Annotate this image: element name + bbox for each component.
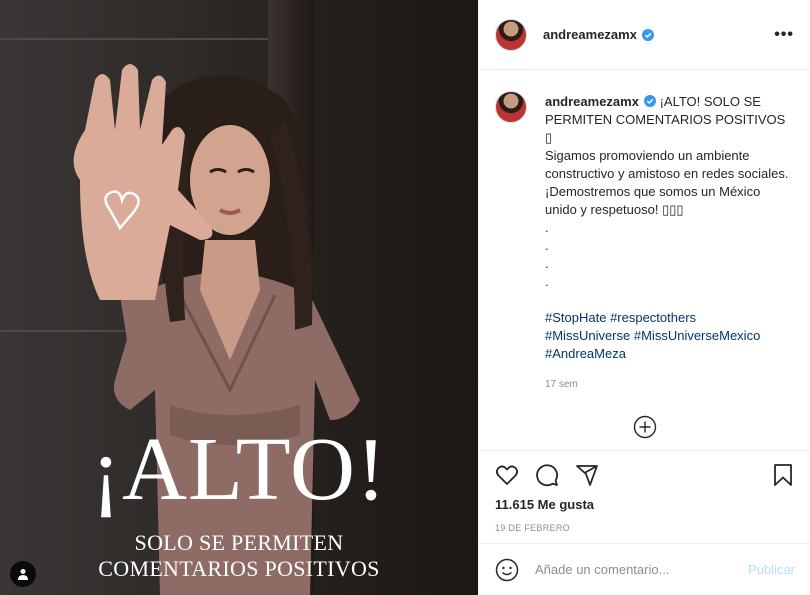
like-count[interactable]: 11.615 Me gusta [495,497,795,512]
load-more-icon[interactable] [633,415,657,439]
hashtags: #StopHate #respectothers #MissUniverse #… [545,309,793,363]
image-subtitle-line2: COMENTARIOS POSITIVOS [98,556,380,581]
add-comment-bar: Publicar [479,543,810,595]
verified-icon [643,95,656,107]
caption-body: Sigamos promoviendo un ambiente construc… [545,148,789,217]
caption-dot: . [545,238,549,253]
caption: andreamezamx ¡ALTO! SOLO SE PERMITEN COM… [495,91,795,394]
image-subtitle-line1: SOLO SE PERMITEN [134,530,344,555]
caption-timestamp[interactable]: 17 sem [545,376,793,394]
caption-text: andreamezamx ¡ALTO! SOLO SE PERMITEN COM… [545,93,793,394]
image-headline: ¡ALTO! [91,420,387,519]
share-icon[interactable] [575,463,599,487]
hashtag-link[interactable]: #MissUniverse [545,328,630,343]
caption-username[interactable]: andreamezamx [545,94,639,109]
header-username[interactable]: andreamezamx [543,27,637,42]
caption-dot: . [545,274,549,289]
more-options-button[interactable]: ••• [774,26,794,44]
post-image[interactable]: ¡ALTO! SOLO SE PERMITEN COMENTARIOS POSI… [0,0,478,595]
comments-area: andreamezamx ¡ALTO! SOLO SE PERMITEN COM… [479,71,810,449]
post-actions: 11.615 Me gusta 19 DE FEBRERO [479,450,810,543]
wall-line [0,38,290,40]
comment-icon[interactable] [535,463,559,487]
verified-icon [641,28,654,41]
hashtag-link[interactable]: #respectothers [610,310,696,325]
comment-input[interactable] [535,562,735,577]
hashtag-link[interactable]: #StopHate [545,310,606,325]
emoji-icon[interactable] [495,558,519,582]
hashtag-link[interactable]: #MissUniverseMexico [634,328,760,343]
caption-dot: . [545,220,549,235]
action-icons [495,463,795,487]
publish-button[interactable]: Publicar [748,562,795,577]
caption-dot: . [545,256,549,271]
post-date: 19 DE FEBRERO [495,523,570,533]
hashtag-link[interactable]: #AndreaMeza [545,346,626,361]
user-tag-icon [18,569,28,580]
post-side-panel: andreamezamx ••• andreamezamx ¡ALTO! SOL… [478,0,810,595]
caption-emoji: ▯ [545,130,553,145]
avatar[interactable] [495,18,527,51]
post-header: andreamezamx ••• [479,0,810,70]
tagged-users-button[interactable] [10,561,36,587]
bookmark-icon[interactable] [771,463,795,487]
caption-avatar[interactable] [495,91,527,123]
heart-icon[interactable] [495,463,519,487]
